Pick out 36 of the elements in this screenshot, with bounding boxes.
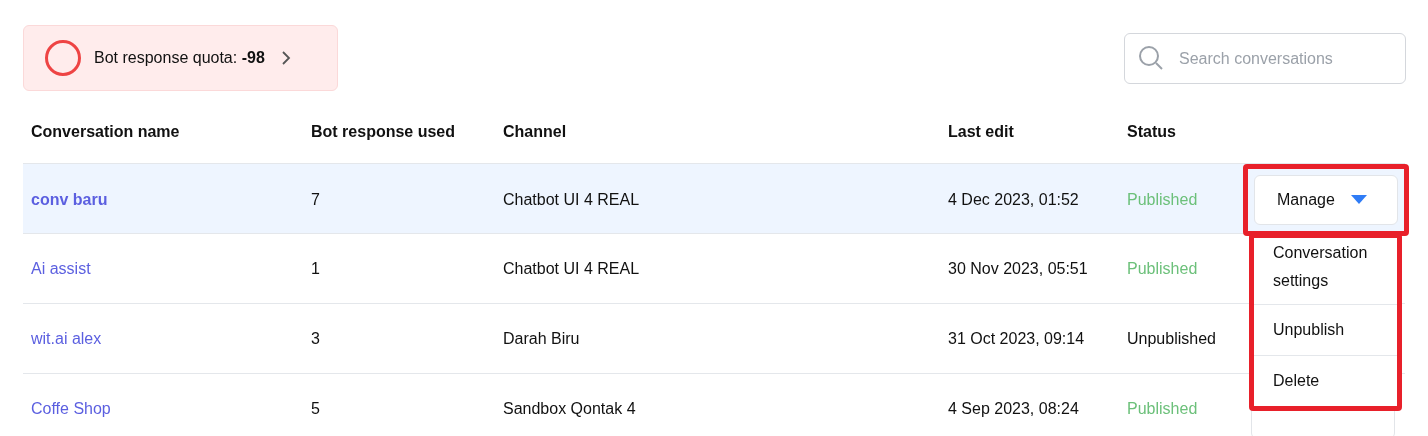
menu-item[interactable]: Conversation settings <box>1254 238 1397 304</box>
column-header: Last edit <box>947 122 1014 142</box>
table-cell-text: Sandbox Qontak 4 <box>502 398 636 419</box>
search-field[interactable]: Search conversations <box>1124 33 1406 84</box>
table-cell-text: Chatbot UI 4 REAL <box>502 190 640 210</box>
table-cell-text: 3 <box>310 328 320 349</box>
column-header: Bot response used <box>310 122 456 142</box>
table-cell-text: Darah Biru <box>502 328 580 349</box>
status-text: Published <box>1126 398 1198 419</box>
conversation-link[interactable]: Coffe Shop <box>23 396 111 421</box>
column-header: Channel <box>502 122 567 142</box>
status-text: Unpublished <box>1126 328 1216 349</box>
status-text: Published <box>1126 190 1198 210</box>
table-cell-text: Chatbot UI 4 REAL <box>502 258 640 279</box>
quota-text: Bot response quota: -98 <box>94 48 265 68</box>
manage-button[interactable]: Manage <box>1254 175 1398 225</box>
column-header: Conversation name <box>30 122 180 142</box>
search-icon <box>1138 45 1164 71</box>
column-header: Status <box>1126 122 1176 142</box>
conversation-link[interactable]: Ai assist <box>23 256 91 281</box>
menu-item[interactable]: Delete <box>1254 355 1397 406</box>
conversation-link[interactable]: conv baru <box>23 188 108 212</box>
conversation-link[interactable]: wit.ai alex <box>23 326 102 351</box>
menu-item[interactable]: Unpublish <box>1254 304 1397 355</box>
status-text: Published <box>1126 258 1198 279</box>
table-cell-text: 31 Oct 2023, 09:14 <box>947 328 1085 349</box>
table-cell-text: 5 <box>310 398 320 419</box>
table-cell-text: 7 <box>310 190 320 210</box>
chevron-right-icon <box>280 50 291 66</box>
ring-icon <box>44 39 82 77</box>
table-cell-text: 1 <box>310 258 320 279</box>
table-cell-text: 4 Sep 2023, 08:24 <box>947 398 1079 419</box>
caret-icon <box>1350 195 1367 205</box>
table-cell-text: 30 Nov 2023, 05:51 <box>947 258 1088 279</box>
table-cell-text: 4 Dec 2023, 01:52 <box>947 190 1079 210</box>
quota-banner[interactable]: Bot response quota: -98 <box>23 25 338 91</box>
